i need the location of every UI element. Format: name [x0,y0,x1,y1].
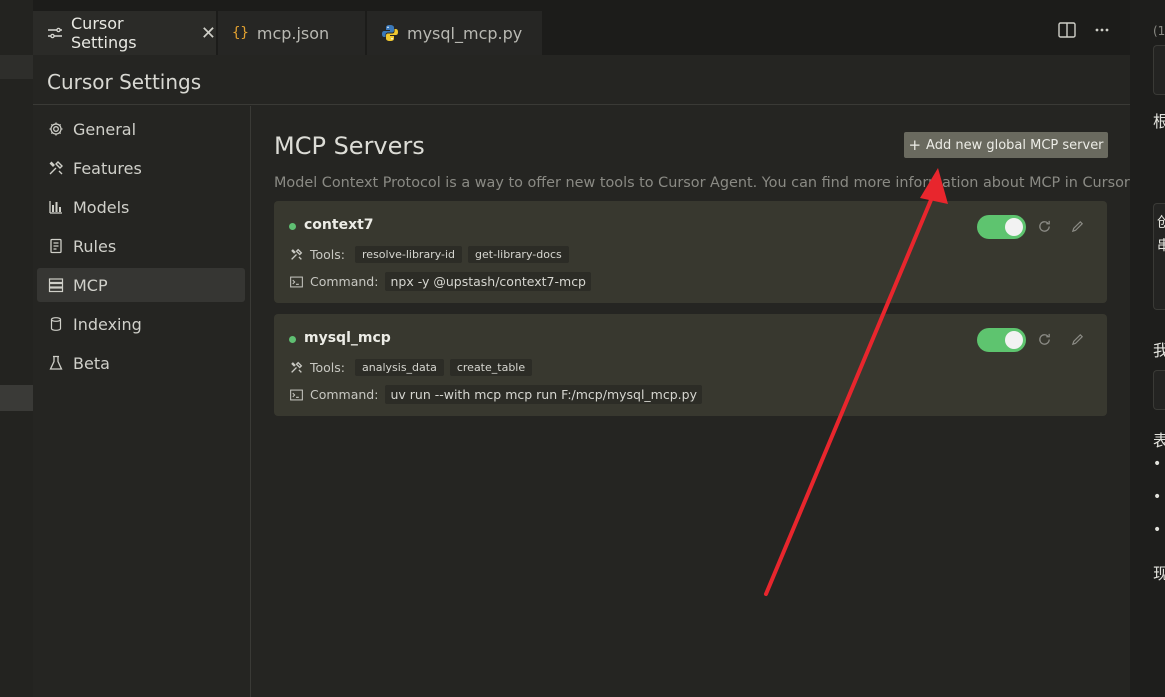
sidebar-item-label: MCP [73,275,108,295]
status-dot [289,223,296,230]
editor-selection [0,385,33,411]
sidebar-item-general[interactable]: General [37,112,245,146]
sidebar-item-indexing[interactable]: Indexing [37,307,245,341]
sidebar-item-rules[interactable]: Rules [37,229,245,263]
edit-icon[interactable] [1068,217,1086,235]
right-chat-panel: (1 根 创 串 我 表 • • • 现 [1130,0,1165,697]
settings-panel: Cursor Settings General Features Models [33,55,1165,697]
toggle-knob [1005,218,1023,236]
close-icon[interactable]: ✕ [201,23,216,44]
panel-text: 串 [1157,238,1165,254]
panel-input-box[interactable] [1153,45,1165,95]
server-enable-toggle[interactable] [977,215,1026,239]
panel-text: 根 [1153,112,1165,131]
tools-row: Tools: resolve-library-id get-library-do… [289,246,569,263]
tools-label: Tools: [310,247,346,262]
sidebar-item-beta[interactable]: Beta [37,346,245,380]
panel-bullet: • [1153,522,1162,538]
panel-bullet: • [1153,456,1162,472]
tab-mysql-mcp-py[interactable]: mysql_mcp.py [367,11,543,55]
sidebar-item-label: Models [73,197,130,217]
tool-chip: get-library-docs [468,246,569,263]
editor-line-highlight [0,55,33,79]
server-name: context7 [304,217,374,233]
panel-code-box [1153,370,1165,410]
panel-text: 创 [1157,215,1165,231]
tab-label: mysql_mcp.py [407,23,523,43]
sidebar-item-mcp[interactable]: MCP [37,268,245,302]
command-row: Command: npx -y @upstash/context7-mcp [289,272,591,291]
terminal-icon [289,388,303,402]
more-icon[interactable] [1094,22,1110,42]
json-braces-icon: {} [232,25,249,41]
tools-icon [47,159,65,177]
python-icon [381,24,399,42]
database-icon [47,315,65,333]
settings-sliders-icon [47,26,63,40]
add-mcp-server-button[interactable]: + Add new global MCP server [904,132,1108,158]
settings-sidebar: General Features Models Rules MCP Indexi… [33,106,251,697]
tab-mcp-json[interactable]: {} mcp.json [218,11,366,55]
tab-label: mcp.json [256,23,330,43]
app-window: Cursor Settings ✕ {} mcp.json mysql_mcp.… [0,0,1165,697]
command-value: uv run --with mcp mcp run F:/mcp/mysql_m… [385,385,702,404]
section-title: MCP Servers [274,132,425,160]
refresh-icon[interactable] [1035,217,1053,235]
section-description: Model Context Protocol is a way to offer… [274,175,1165,191]
server-enable-toggle[interactable] [977,328,1026,352]
mcp-section: MCP Servers + Add new global MCP server … [252,106,1165,697]
command-row: Command: uv run --with mcp mcp run F:/mc… [289,385,702,404]
mcp-server-card: context7 Tools: resolve-library-id get-l… [274,201,1107,303]
settings-header: Cursor Settings [33,55,1130,105]
refresh-icon[interactable] [1035,330,1053,348]
server-icon [47,276,65,294]
sidebar-item-label: Rules [73,236,117,256]
panel-text: 表 [1153,431,1165,450]
sidebar-item-label: Indexing [73,314,142,334]
tools-icon [289,361,303,375]
page-title: Cursor Settings [47,70,202,94]
mcp-server-card: mysql_mcp Tools: analysis_data create_ta… [274,314,1107,416]
toggle-knob [1005,331,1023,349]
panel-bullet: • [1153,489,1162,505]
tools-row: Tools: analysis_data create_table [289,359,533,376]
command-value: npx -y @upstash/context7-mcp [385,272,591,291]
tab-actions [1058,22,1110,42]
gear-icon [47,120,65,138]
status-dot [289,336,296,343]
document-icon [47,237,65,255]
description-text: Model Context Protocol is a way to offer… [274,175,1130,191]
tool-chip: analysis_data [355,359,444,376]
tool-chip: resolve-library-id [355,246,463,263]
terminal-icon [289,275,303,289]
sidebar-item-features[interactable]: Features [37,151,245,185]
left-editor-edge [0,0,33,697]
bar-chart-icon [47,198,65,216]
sidebar-item-label: Features [73,158,142,178]
sidebar-item-label: General [73,119,137,139]
panel-text: (1 [1153,24,1165,38]
tab-label: Cursor Settings [71,14,137,52]
tools-label: Tools: [310,360,346,375]
server-name: mysql_mcp [304,330,391,346]
tool-chip: create_table [449,359,533,376]
add-mcp-server-label: Add new global MCP server [926,137,1104,153]
panel-text: 我 [1153,341,1165,360]
plus-icon: + [908,136,922,154]
panel-text: 现 [1153,564,1165,583]
sidebar-item-label: Beta [73,353,110,373]
command-label: Command: [310,274,379,289]
sidebar-item-models[interactable]: Models [37,190,245,224]
flask-icon [47,354,65,372]
tab-cursor-settings[interactable]: Cursor Settings ✕ [33,11,217,55]
command-label: Command: [310,387,379,402]
tab-bar: Cursor Settings ✕ {} mcp.json mysql_mcp.… [33,0,1130,55]
edit-icon[interactable] [1068,330,1086,348]
tools-icon [289,248,303,262]
split-editor-icon[interactable] [1058,22,1076,42]
